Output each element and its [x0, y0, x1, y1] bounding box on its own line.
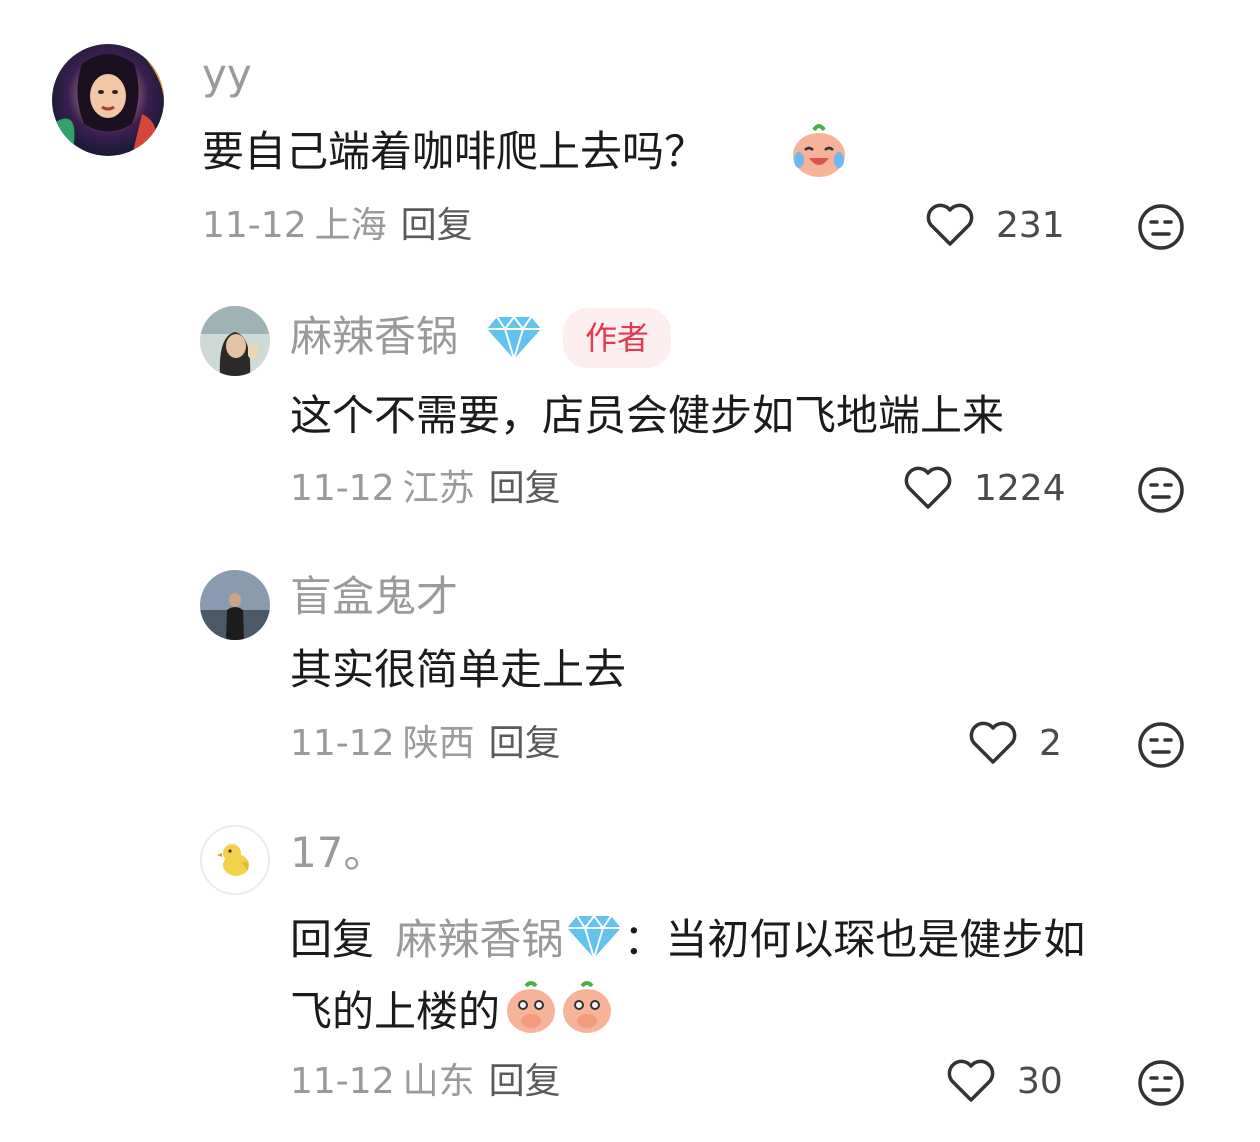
avatar[interactable]	[200, 570, 270, 640]
comment-date: 11-12	[290, 1061, 395, 1102]
comment-location: 江苏	[402, 468, 475, 509]
username[interactable]: 麻辣香锅	[290, 314, 458, 360]
comment-text: 其实很简单走上去	[290, 645, 627, 694]
heart-icon[interactable]	[968, 720, 1018, 770]
username[interactable]: 17。	[290, 830, 385, 876]
like-count: 231	[996, 205, 1065, 246]
comment-text-line2-row: 飞的上楼的	[290, 980, 614, 1050]
dislike-face-icon[interactable]	[1137, 721, 1185, 773]
dislike-face-icon[interactable]	[1137, 466, 1185, 518]
laugh-cry-peach-emoji	[790, 122, 848, 180]
comment-location: 上海	[314, 205, 387, 246]
avatar[interactable]	[200, 825, 270, 895]
comment-location: 陕西	[402, 723, 475, 764]
author-tag: 作者	[563, 308, 672, 368]
reply-separator: ：	[623, 915, 666, 964]
heart-icon[interactable]	[925, 202, 975, 252]
dislike-face-icon[interactable]	[1137, 203, 1185, 255]
avatar[interactable]	[200, 306, 270, 376]
diamond-icon	[565, 912, 623, 974]
covering-mouth-peach-emoji	[504, 980, 614, 1050]
comment-text: 要自己端着咖啡爬上去吗？	[202, 127, 707, 176]
dislike-face-icon[interactable]	[1137, 1059, 1185, 1111]
like-count: 1224	[974, 468, 1066, 509]
comment-meta: 11-12 上海 回复	[202, 206, 473, 246]
reply-button[interactable]: 回复	[489, 468, 561, 509]
username[interactable]: yy	[202, 52, 252, 98]
comment-text-line2: 飞的上楼的	[290, 987, 501, 1036]
reply-content: 回复 麻辣香锅 ：当初何以琛也是健步如	[290, 912, 1085, 974]
username[interactable]: 盲盒鬼才	[290, 574, 458, 620]
reply-button[interactable]: 回复	[401, 205, 473, 246]
comment-date: 11-12	[290, 723, 395, 764]
reply-button[interactable]: 回复	[489, 1061, 561, 1102]
comment-meta: 11-12 陕西 回复	[290, 724, 561, 764]
reply-button[interactable]: 回复	[489, 723, 561, 764]
comment-meta: 11-12 江苏 回复	[290, 469, 561, 509]
comment-text-line1: 当初何以琛也是健步如	[665, 915, 1086, 964]
comment-date: 11-12	[290, 468, 395, 509]
heart-icon[interactable]	[903, 465, 953, 515]
comment-date: 11-12	[202, 205, 307, 246]
avatar[interactable]	[52, 44, 164, 156]
reply-to-username[interactable]: 麻辣香锅	[395, 915, 563, 964]
reply-prefix: 回复	[290, 915, 375, 964]
like-count: 2	[1039, 723, 1062, 764]
diamond-icon	[485, 313, 543, 365]
comment-meta: 11-12 山东 回复	[290, 1062, 561, 1102]
like-count: 30	[1017, 1061, 1063, 1102]
comment-text: 这个不需要，店员会健步如飞地端上来	[290, 391, 1005, 440]
comment-location: 山东	[402, 1061, 475, 1102]
heart-icon[interactable]	[946, 1058, 996, 1108]
